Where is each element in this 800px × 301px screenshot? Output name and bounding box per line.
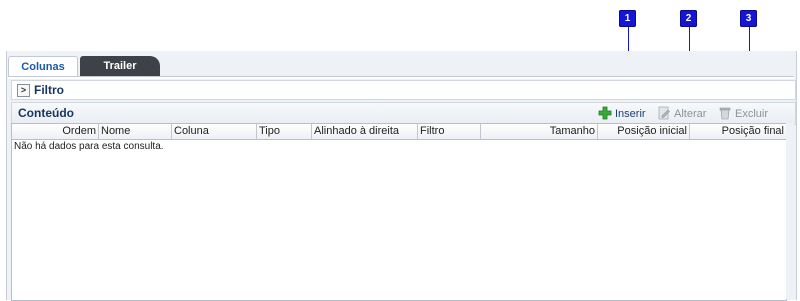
callout-1: 1 [619, 10, 636, 27]
column-header-posicao-final[interactable]: Posição final [690, 124, 786, 139]
tab-trailer[interactable]: Trailer [80, 56, 160, 76]
alter-label: Alterar [674, 108, 707, 120]
delete-label: Excluir [735, 108, 769, 120]
column-header-filtro[interactable]: Filtro [418, 124, 481, 139]
callout-3: 3 [740, 10, 757, 27]
filter-section: > Filtro [11, 80, 796, 100]
content-title: Conteúdo [18, 106, 74, 120]
column-header-ordem[interactable]: Ordem [12, 124, 99, 139]
content-header: Conteúdo Inserir Alterar Excluir [11, 102, 796, 125]
tab-strip [8, 76, 794, 79]
grid-scrollbar[interactable] [786, 123, 794, 299]
column-header-alinhado[interactable]: Alinhado à direita [312, 124, 418, 139]
expand-filter-button[interactable]: > [17, 84, 30, 97]
column-header-nome[interactable]: Nome [99, 124, 172, 139]
column-header-coluna[interactable]: Coluna [172, 124, 257, 139]
empty-message: Não há dados para esta consulta. [14, 141, 164, 152]
column-header-posicao-inicial[interactable]: Posição inicial [598, 124, 690, 139]
callout-2: 2 [680, 10, 697, 27]
tab-colunas[interactable]: Colunas [8, 56, 78, 77]
column-header-tipo[interactable]: Tipo [257, 124, 312, 139]
trash-icon [719, 107, 731, 120]
insert-label: Inserir [615, 108, 646, 120]
plus-icon [598, 106, 612, 120]
edit-icon [658, 106, 670, 120]
data-grid: Ordem Nome Coluna Tipo Alinhado à direit… [11, 123, 787, 301]
grid-header: Ordem Nome Coluna Tipo Alinhado à direit… [12, 124, 786, 140]
column-header-tamanho[interactable]: Tamanho [481, 124, 598, 139]
filter-label[interactable]: Filtro [34, 83, 64, 97]
